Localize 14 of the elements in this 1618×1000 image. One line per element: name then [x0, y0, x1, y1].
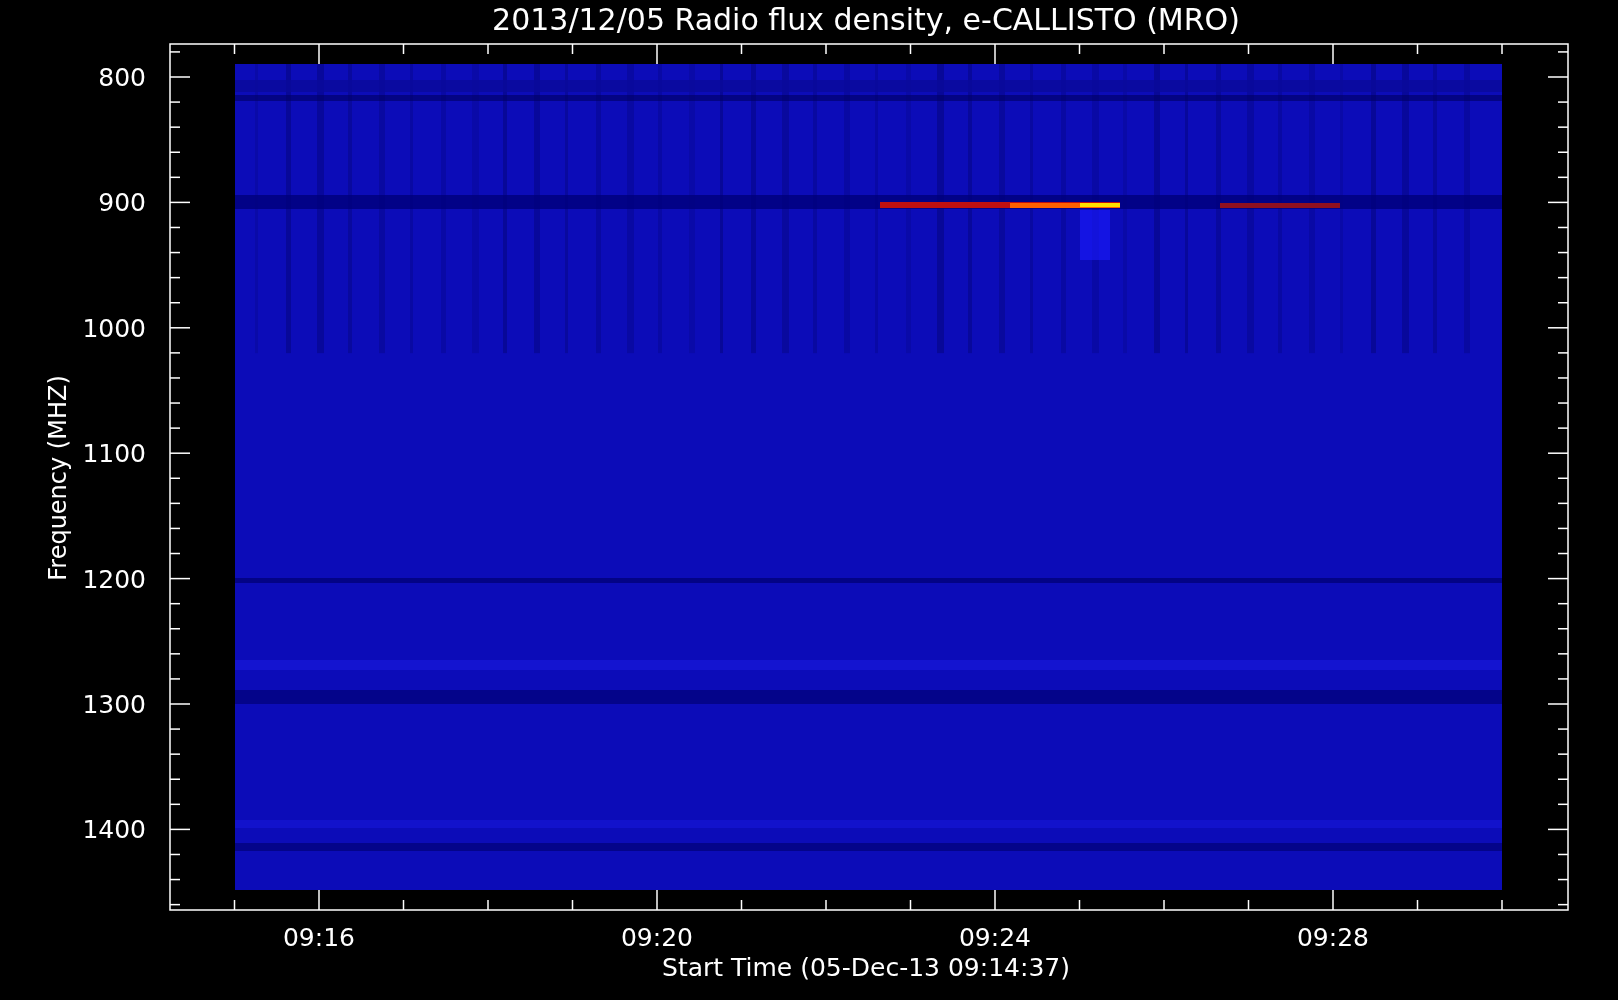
x-tick-label: 09:28	[1297, 923, 1369, 952]
x-tick-label: 09:24	[959, 923, 1031, 952]
y-axis-label: Frequency (MHZ)	[44, 375, 72, 581]
y-tick-label: 800	[98, 63, 146, 92]
chart-title: 2013/12/05 Radio flux density, e-CALLISTO (MRO)	[492, 2, 1240, 37]
x-tick-label: 09:20	[621, 923, 693, 952]
x-axis-label: Start Time (05-Dec-13 09:14:37)	[662, 953, 1070, 982]
y-tick-label: 900	[98, 188, 146, 218]
y-tick-label: 1200	[82, 564, 146, 594]
y-tick-label: 1100	[82, 439, 146, 469]
x-tick-label: 09:16	[283, 923, 355, 952]
y-tick-label: 1000	[82, 313, 146, 343]
y-tick-label: 1400	[82, 815, 146, 845]
y-tick-label: 1300	[82, 690, 146, 719]
